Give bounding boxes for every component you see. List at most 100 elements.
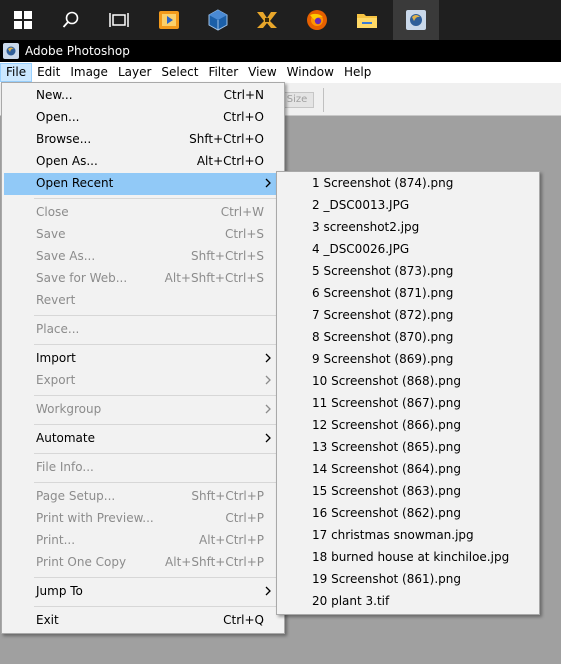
menu-help[interactable]: Help bbox=[339, 63, 376, 82]
recent-file-label: 6 Screenshot (871).png bbox=[312, 286, 454, 300]
menu-item-shortcut: Alt+Shft+Ctrl+P bbox=[165, 555, 264, 569]
recent-file-label: 11 Screenshot (867).png bbox=[312, 396, 461, 410]
menu-item-import[interactable]: Import bbox=[4, 348, 282, 370]
recent-file-label: 5 Screenshot (873).png bbox=[312, 264, 454, 278]
menu-image[interactable]: Image bbox=[65, 63, 113, 82]
menu-filter[interactable]: Filter bbox=[203, 63, 243, 82]
firefox-icon[interactable] bbox=[294, 0, 340, 40]
menu-item-close[interactable]: Close Ctrl+W bbox=[4, 202, 282, 224]
menu-window[interactable]: Window bbox=[282, 63, 339, 82]
recent-file-item[interactable]: 19 Screenshot (861).png bbox=[278, 569, 538, 591]
menu-item-label: Automate bbox=[36, 431, 95, 445]
recent-file-item[interactable]: 15 Screenshot (863).png bbox=[278, 481, 538, 503]
media-player-icon[interactable] bbox=[146, 0, 192, 40]
recent-file-item[interactable]: 7 Screenshot (872).png bbox=[278, 305, 538, 327]
recent-file-label: 16 Screenshot (862).png bbox=[312, 506, 461, 520]
menu-item-jump-to[interactable]: Jump To bbox=[4, 581, 282, 603]
recent-file-label: 14 Screenshot (864).png bbox=[312, 462, 461, 476]
task-view-icon[interactable] bbox=[96, 0, 142, 40]
menu-separator bbox=[34, 577, 278, 578]
menu-separator bbox=[34, 606, 278, 607]
submenu-arrow-icon bbox=[265, 353, 271, 363]
menu-item-print-with-preview[interactable]: Print with Preview... Ctrl+P bbox=[4, 508, 282, 530]
menu-item-save-as[interactable]: Save As... Shft+Ctrl+S bbox=[4, 246, 282, 268]
menu-item-print-one-copy[interactable]: Print One Copy Alt+Shft+Ctrl+P bbox=[4, 552, 282, 574]
menu-item-exit[interactable]: Exit Ctrl+Q bbox=[4, 610, 282, 632]
photoshop-taskbar-icon[interactable] bbox=[393, 0, 439, 40]
recent-file-item[interactable]: 12 Screenshot (866).png bbox=[278, 415, 538, 437]
menu-item-label: Print... bbox=[36, 533, 76, 547]
menu-item-open-as[interactable]: Open As... Alt+Ctrl+O bbox=[4, 151, 282, 173]
recent-file-item[interactable]: 20 plant 3.tif bbox=[278, 591, 538, 613]
orange-app-icon[interactable] bbox=[244, 0, 290, 40]
recent-file-label: 15 Screenshot (863).png bbox=[312, 484, 461, 498]
recent-file-label: 2 _DSC0013.JPG bbox=[312, 198, 410, 212]
recent-file-item[interactable]: 11 Screenshot (867).png bbox=[278, 393, 538, 415]
menu-item-shortcut: Alt+Ctrl+P bbox=[199, 533, 264, 547]
recent-file-item[interactable]: 14 Screenshot (864).png bbox=[278, 459, 538, 481]
recent-file-item[interactable]: 10 Screenshot (868).png bbox=[278, 371, 538, 393]
menu-item-page-setup[interactable]: Page Setup... Shft+Ctrl+P bbox=[4, 486, 282, 508]
menu-item-shortcut: Ctrl+Q bbox=[223, 613, 264, 627]
recent-file-item[interactable]: 13 Screenshot (865).png bbox=[278, 437, 538, 459]
windows-start-icon[interactable] bbox=[0, 0, 46, 40]
recent-file-label: 7 Screenshot (872).png bbox=[312, 308, 454, 322]
recent-file-label: 20 plant 3.tif bbox=[312, 594, 390, 608]
recent-file-item[interactable]: 18 burned house at kinchiloe.jpg bbox=[278, 547, 538, 569]
menu-item-shortcut: Alt+Shft+Ctrl+S bbox=[164, 271, 264, 285]
recent-file-label: 3 screenshot2.jpg bbox=[312, 220, 420, 234]
virtualbox-icon[interactable] bbox=[195, 0, 241, 40]
recent-file-item[interactable]: 6 Screenshot (871).png bbox=[278, 283, 538, 305]
menu-separator bbox=[34, 424, 278, 425]
menu-item-shortcut: Ctrl+P bbox=[225, 511, 264, 525]
menu-select[interactable]: Select bbox=[156, 63, 203, 82]
recent-file-item[interactable]: 4 _DSC0026.JPG bbox=[278, 239, 538, 261]
recent-file-item[interactable]: 8 Screenshot (870).png bbox=[278, 327, 538, 349]
recent-file-item[interactable]: 1 Screenshot (874).png bbox=[278, 173, 538, 195]
menu-separator bbox=[34, 344, 278, 345]
menu-item-shortcut: Shft+Ctrl+P bbox=[191, 489, 264, 503]
menu-item-workgroup[interactable]: Workgroup bbox=[4, 399, 282, 421]
menu-item-revert[interactable]: Revert bbox=[4, 290, 282, 312]
menu-item-print[interactable]: Print... Alt+Ctrl+P bbox=[4, 530, 282, 552]
file-menu: New... Ctrl+N Open... Ctrl+O Browse... S… bbox=[1, 82, 285, 634]
menu-item-label: Open... bbox=[36, 110, 80, 124]
menu-item-open[interactable]: Open... Ctrl+O bbox=[4, 107, 282, 129]
menu-item-label: Workgroup bbox=[36, 402, 102, 416]
recent-file-item[interactable]: 3 screenshot2.jpg bbox=[278, 217, 538, 239]
menu-item-file-info[interactable]: File Info... bbox=[4, 457, 282, 479]
file-explorer-icon[interactable] bbox=[344, 0, 390, 40]
recent-file-label: 9 Screenshot (869).png bbox=[312, 352, 454, 366]
menu-view[interactable]: View bbox=[243, 63, 281, 82]
menu-item-label: New... bbox=[36, 88, 73, 102]
menu-item-open-recent[interactable]: Open Recent bbox=[4, 173, 282, 195]
menu-item-label: Print One Copy bbox=[36, 555, 127, 569]
menu-item-label: Jump To bbox=[36, 584, 83, 598]
recent-file-item[interactable]: 9 Screenshot (869).png bbox=[278, 349, 538, 371]
menu-file[interactable]: File bbox=[0, 63, 33, 82]
recent-file-item[interactable]: 16 Screenshot (862).png bbox=[278, 503, 538, 525]
menu-item-new[interactable]: New... Ctrl+N bbox=[4, 85, 282, 107]
menu-item-shortcut: Ctrl+O bbox=[223, 110, 264, 124]
menu-edit[interactable]: Edit bbox=[32, 63, 65, 82]
recent-file-label: 13 Screenshot (865).png bbox=[312, 440, 461, 454]
menu-item-export[interactable]: Export bbox=[4, 370, 282, 392]
menu-layer[interactable]: Layer bbox=[113, 63, 156, 82]
menu-item-label: Import bbox=[36, 351, 76, 365]
menu-item-label: Close bbox=[36, 205, 69, 219]
menu-item-place[interactable]: Place... bbox=[4, 319, 282, 341]
menu-item-save[interactable]: Save Ctrl+S bbox=[4, 224, 282, 246]
menu-item-automate[interactable]: Automate bbox=[4, 428, 282, 450]
recent-file-label: 12 Screenshot (866).png bbox=[312, 418, 461, 432]
menu-item-save-for-web[interactable]: Save for Web... Alt+Shft+Ctrl+S bbox=[4, 268, 282, 290]
title-bar: Adobe Photoshop bbox=[0, 40, 561, 62]
menu-item-label: Exit bbox=[36, 613, 59, 627]
menu-item-browse[interactable]: Browse... Shft+Ctrl+O bbox=[4, 129, 282, 151]
menu-item-label: Browse... bbox=[36, 132, 92, 146]
recent-file-item[interactable]: 2 _DSC0013.JPG bbox=[278, 195, 538, 217]
search-icon[interactable] bbox=[48, 0, 94, 40]
menu-bar: File Edit Image Layer Select Filter View… bbox=[0, 62, 561, 83]
recent-file-item[interactable]: 17 christmas snowman.jpg bbox=[278, 525, 538, 547]
size-button[interactable]: Size bbox=[280, 92, 314, 108]
recent-file-item[interactable]: 5 Screenshot (873).png bbox=[278, 261, 538, 283]
